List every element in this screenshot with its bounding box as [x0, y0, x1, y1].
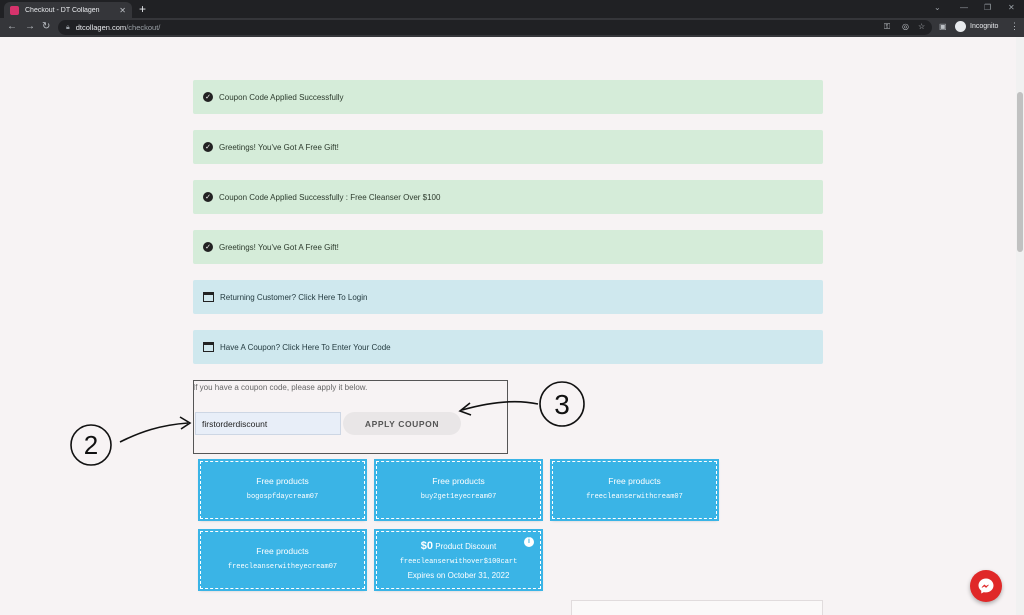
browser-tab-bar: Checkout - DT Collagen ✕ + ⌄ — ❐ ✕ — [0, 0, 1024, 18]
maximize-icon[interactable]: ❐ — [984, 3, 991, 12]
messenger-chat-button[interactable] — [970, 570, 1002, 602]
coupon-card-expiry: Expires on October 31, 2022 — [407, 571, 510, 580]
coupon-card-code: freecleanserwitheyecream07 — [227, 563, 338, 571]
back-icon[interactable]: ← — [7, 21, 17, 32]
notice-free-gift: ✓ Greetings! You've Got A Free Gift! — [193, 130, 823, 164]
incognito-label: Incognito — [970, 23, 999, 30]
check-circle-icon: ✓ — [203, 242, 213, 252]
coupon-card-code: buy2get1eyecream07 — [420, 493, 497, 501]
discount-amount: $0 — [420, 540, 434, 552]
check-circle-icon: ✓ — [203, 142, 213, 152]
tab-search-icon[interactable]: ⌄ — [934, 3, 941, 12]
browser-tab[interactable]: Checkout - DT Collagen ✕ — [4, 2, 132, 18]
coupon-card[interactable]: Free products buy2get1eyecream07 — [374, 459, 543, 521]
coupon-code-input[interactable] — [195, 412, 341, 435]
coupon-card-code: freecleanserwithover$100cart — [399, 558, 518, 566]
annotation-circle-left — [70, 424, 112, 466]
coupon-card-code: bogospfdaycream07 — [246, 493, 319, 501]
tab-title: Checkout - DT Collagen — [25, 6, 100, 14]
window-icon — [203, 292, 214, 302]
annotation-arrow-left — [119, 422, 189, 443]
annotation-circle-right — [539, 381, 585, 427]
minimize-icon[interactable]: — — [960, 3, 968, 12]
lock-icon: 🔒︎ — [66, 23, 70, 31]
coupon-card-code: freecleanserwithcream07 — [586, 493, 683, 501]
notice-have-coupon[interactable]: Have A Coupon? Click Here To Enter Your … — [193, 330, 823, 364]
coupon-card-title: Free products — [608, 476, 661, 486]
coupon-card-title: Free products — [256, 546, 309, 556]
check-circle-icon: ✓ — [203, 192, 213, 202]
annotation-number-left: 2 — [84, 430, 98, 460]
coupon-card[interactable]: Free products freecleanserwithcream07 — [550, 459, 719, 521]
url-host: dtcollagen.com — [75, 23, 127, 32]
coupon-card-discount[interactable]: i $0 Product Discount freecleanserwithov… — [374, 529, 543, 591]
coupon-card[interactable]: Free products bogospfdaycream07 — [198, 459, 367, 521]
url-path: /checkout/ — [126, 23, 161, 32]
annotation-number-right: 3 — [554, 389, 570, 420]
notice-text: Greetings! You've Got A Free Gift! — [219, 142, 339, 152]
coupon-card-title: $0 Product Discount — [377, 540, 540, 552]
check-circle-icon: ✓ — [203, 92, 213, 102]
info-icon[interactable]: i — [524, 537, 534, 547]
notice-free-cleanser: ✓ Coupon Code Applied Successfully : Fre… — [193, 180, 823, 214]
new-tab-button[interactable]: + — [139, 2, 146, 16]
notice-coupon-applied: ✓ Coupon Code Applied Successfully — [193, 80, 823, 114]
login-link[interactable]: Returning Customer? Click Here To Login — [220, 293, 367, 302]
forward-icon[interactable]: → — [25, 21, 35, 32]
incognito-icon — [955, 21, 966, 32]
tab-close-icon[interactable]: ✕ — [119, 6, 126, 15]
reload-icon[interactable]: ↻ — [42, 21, 50, 32]
notice-text: Coupon Code Applied Successfully : Free … — [219, 192, 441, 202]
coupon-hint: If you have a coupon code, please apply … — [193, 383, 368, 392]
messenger-icon — [978, 578, 994, 594]
discount-label: Product Discount — [433, 542, 497, 551]
browser-menu-icon[interactable]: ⋮ — [1010, 21, 1019, 32]
window-icon — [203, 342, 214, 352]
notice-text: Coupon Code Applied Successfully — [219, 92, 344, 102]
eye-off-icon[interactable]: ◎ — [902, 22, 909, 31]
incognito-profile[interactable]: Incognito — [955, 21, 998, 32]
notice-returning-customer[interactable]: Returning Customer? Click Here To Login — [193, 280, 823, 314]
sidebar-icon[interactable]: ▣ — [939, 22, 947, 31]
site-favicon-icon — [10, 5, 19, 15]
order-summary-panel — [571, 600, 823, 615]
coupon-card[interactable]: Free products freecleanserwitheyecream07 — [198, 529, 367, 591]
browser-toolbar: ← → ↻ 🔒︎ dtcollagen.com /checkout/ ⚿ ◎ ☆… — [0, 18, 1024, 37]
enter-coupon-link[interactable]: Have A Coupon? Click Here To Enter Your … — [220, 343, 391, 352]
coupon-card-title: Free products — [256, 476, 309, 486]
star-icon[interactable]: ☆ — [918, 22, 925, 31]
window-close-icon[interactable]: ✕ — [1008, 3, 1015, 12]
key-icon[interactable]: ⚿ — [884, 22, 890, 32]
coupon-card-title: Free products — [432, 476, 485, 486]
notice-text: Greetings! You've Got A Free Gift! — [219, 242, 339, 252]
apply-coupon-button[interactable]: APPLY COUPON — [343, 412, 461, 435]
notice-free-gift-2: ✓ Greetings! You've Got A Free Gift! — [193, 230, 823, 264]
address-bar[interactable]: 🔒︎ dtcollagen.com /checkout/ — [58, 20, 932, 35]
page-scrollbar-thumb[interactable] — [1017, 92, 1023, 252]
